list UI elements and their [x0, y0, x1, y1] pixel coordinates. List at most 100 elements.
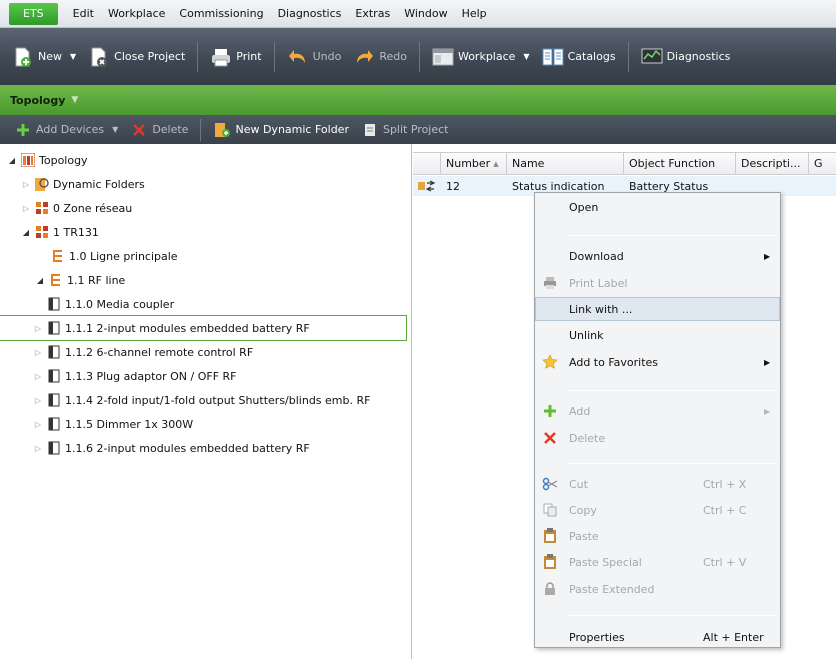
- tree-item-device-1-1-0[interactable]: 1.1.0 Media coupler: [0, 292, 410, 316]
- menu-item-link-with[interactable]: Link with ...: [535, 297, 780, 321]
- tree-label: Dynamic Folders: [53, 177, 145, 191]
- ets-menu-button[interactable]: ETS: [9, 2, 58, 25]
- menu-edit[interactable]: Edit: [66, 3, 101, 25]
- tree-item-device-1-1-1[interactable]: ▷ 1.1.1 2-input modules embedded battery…: [0, 315, 407, 341]
- menu-workplace[interactable]: Workplace: [101, 3, 172, 25]
- collapse-icon[interactable]: ◢: [34, 274, 46, 286]
- menu-item-unlink[interactable]: Unlink: [535, 323, 780, 347]
- menu-item-download[interactable]: Download ▶: [535, 244, 780, 268]
- panel-header[interactable]: Topology ▼: [0, 85, 836, 115]
- tree-item-topology[interactable]: ◢ Topology: [0, 148, 410, 172]
- tree-item-zone-reseau[interactable]: ▷ 0 Zone réseau: [0, 196, 410, 220]
- column-header-description[interactable]: Descripti...: [736, 153, 809, 174]
- menu-diagnostics[interactable]: Diagnostics: [271, 3, 349, 25]
- main-toolbar: New ▼ Close Project Print Undo Redo Work…: [0, 28, 836, 85]
- menu-item-label: Cut: [569, 477, 588, 491]
- collapse-icon[interactable]: ◢: [6, 154, 18, 166]
- tree-item-device-1-1-3[interactable]: ▷ 1.1.3 Plug adaptor ON / OFF RF: [0, 364, 410, 388]
- toolbar-separator: [197, 41, 199, 72]
- tree-label: 1.0 Ligne principale: [69, 249, 178, 263]
- submenu-arrow-icon: ▶: [764, 357, 771, 367]
- chevron-down-icon[interactable]: ▼: [71, 95, 78, 105]
- column-header-number[interactable]: Number ▲: [441, 153, 507, 174]
- menu-item-copy[interactable]: Copy Ctrl + C: [535, 498, 780, 522]
- tree-item-device-1-1-4[interactable]: ▷ 1.1.4 2-fold input/1-fold output Shutt…: [0, 388, 410, 412]
- expand-icon[interactable]: ▷: [32, 418, 44, 430]
- column-header-name[interactable]: Name: [507, 153, 624, 174]
- expand-icon[interactable]: ▷: [20, 178, 32, 190]
- toolbar-separator: [273, 41, 275, 72]
- column-header-object-function[interactable]: Object Function: [624, 153, 736, 174]
- menu-item-label: Delete: [569, 431, 606, 445]
- column-label: Number: [446, 157, 491, 170]
- workplace-button[interactable]: Workplace ▼: [426, 42, 536, 72]
- menu-item-shortcut: Alt + Enter: [703, 630, 764, 644]
- tree-label: 1.1.4 2-fold input/1-fold output Shutter…: [65, 393, 371, 407]
- redo-button[interactable]: Redo: [347, 42, 413, 72]
- menu-item-add[interactable]: Add ▶: [535, 399, 780, 423]
- area-icon: [34, 224, 50, 240]
- tree-item-ligne-principale[interactable]: 1.0 Ligne principale: [0, 244, 410, 268]
- diagnostics-button[interactable]: Diagnostics: [635, 42, 737, 72]
- split-project-button[interactable]: Split Project: [355, 118, 455, 142]
- menu-item-label: Add: [569, 404, 591, 418]
- delete-icon: [130, 121, 148, 139]
- catalogs-button[interactable]: Catalogs: [536, 42, 622, 72]
- menu-item-paste-special[interactable]: Paste Special Ctrl + V: [535, 550, 780, 574]
- menu-help[interactable]: Help: [455, 3, 494, 25]
- tree-label: 1.1.2 6-channel remote control RF: [65, 345, 254, 359]
- add-devices-button[interactable]: Add Devices ▼: [8, 118, 124, 142]
- delete-icon: [541, 429, 559, 447]
- chevron-down-icon[interactable]: ▼: [112, 125, 118, 134]
- menu-commissioning[interactable]: Commissioning: [172, 3, 270, 25]
- tree-item-dynamic-folders[interactable]: ▷ Dynamic Folders: [0, 172, 410, 196]
- menu-separator: [567, 615, 777, 616]
- tree-item-device-1-1-5[interactable]: ▷ 1.1.5 Dimmer 1x 300W: [0, 412, 410, 436]
- split-project-label: Split Project: [382, 123, 449, 136]
- chevron-down-icon[interactable]: ▼: [70, 52, 76, 61]
- menu-item-open[interactable]: Open: [535, 195, 780, 219]
- menu-item-delete[interactable]: Delete: [535, 426, 780, 450]
- tree-label: 1.1.0 Media coupler: [65, 297, 175, 311]
- expand-icon[interactable]: ▷: [32, 370, 44, 382]
- tree-item-device-1-1-6[interactable]: ▷ 1.1.6 2-input modules embedded battery…: [0, 436, 410, 460]
- lock-icon: [541, 580, 559, 598]
- toolbar-separator: [200, 118, 202, 141]
- column-header-g[interactable]: G: [809, 153, 836, 174]
- menu-item-properties[interactable]: Properties Alt + Enter: [535, 625, 780, 649]
- dynamic-folder-icon: [34, 176, 50, 192]
- menu-item-label: Paste Special: [569, 555, 642, 569]
- delete-button[interactable]: Delete: [124, 118, 194, 142]
- expand-icon[interactable]: ▷: [32, 394, 44, 406]
- menu-item-add-to-favorites[interactable]: Add to Favorites ▶: [535, 350, 780, 374]
- close-project-icon: [88, 46, 110, 68]
- print-button[interactable]: Print: [204, 42, 267, 72]
- tree-item-device-1-1-2[interactable]: ▷ 1.1.2 6-channel remote control RF: [0, 340, 410, 364]
- catalogs-label: Catalogs: [567, 50, 616, 63]
- group-object-icon: [413, 176, 441, 196]
- undo-button[interactable]: Undo: [281, 42, 348, 72]
- chevron-down-icon[interactable]: ▼: [523, 52, 529, 61]
- expand-icon[interactable]: ▷: [32, 442, 44, 454]
- menu-item-print-label[interactable]: Print Label: [535, 271, 780, 295]
- menu-item-label: Paste Extended: [569, 582, 655, 596]
- tree-label: 1.1.6 2-input modules embedded battery R…: [65, 441, 310, 455]
- print-label: Print: [236, 50, 262, 63]
- new-button[interactable]: New ▼: [6, 42, 82, 72]
- device-icon: [46, 296, 62, 312]
- sort-ascending-icon: ▲: [493, 159, 499, 168]
- split-project-icon: [361, 121, 379, 139]
- new-dynamic-folder-button[interactable]: New Dynamic Folder: [207, 118, 355, 142]
- expand-icon[interactable]: ▷: [32, 346, 44, 358]
- close-project-button[interactable]: Close Project: [82, 42, 191, 72]
- tree-item-tr131[interactable]: ◢ 1 TR131: [0, 220, 410, 244]
- expand-icon[interactable]: ▷: [20, 202, 32, 214]
- tree-item-rf-line[interactable]: ◢ 1.1 RF line: [0, 268, 410, 292]
- menu-item-paste-extended[interactable]: Paste Extended: [535, 577, 780, 601]
- menu-item-cut[interactable]: Cut Ctrl + X: [535, 472, 780, 496]
- menu-window[interactable]: Window: [397, 3, 454, 25]
- collapse-icon[interactable]: ◢: [20, 226, 32, 238]
- menu-item-paste[interactable]: Paste: [535, 524, 780, 548]
- menu-extras[interactable]: Extras: [348, 3, 397, 25]
- expand-icon[interactable]: ▷: [32, 322, 44, 334]
